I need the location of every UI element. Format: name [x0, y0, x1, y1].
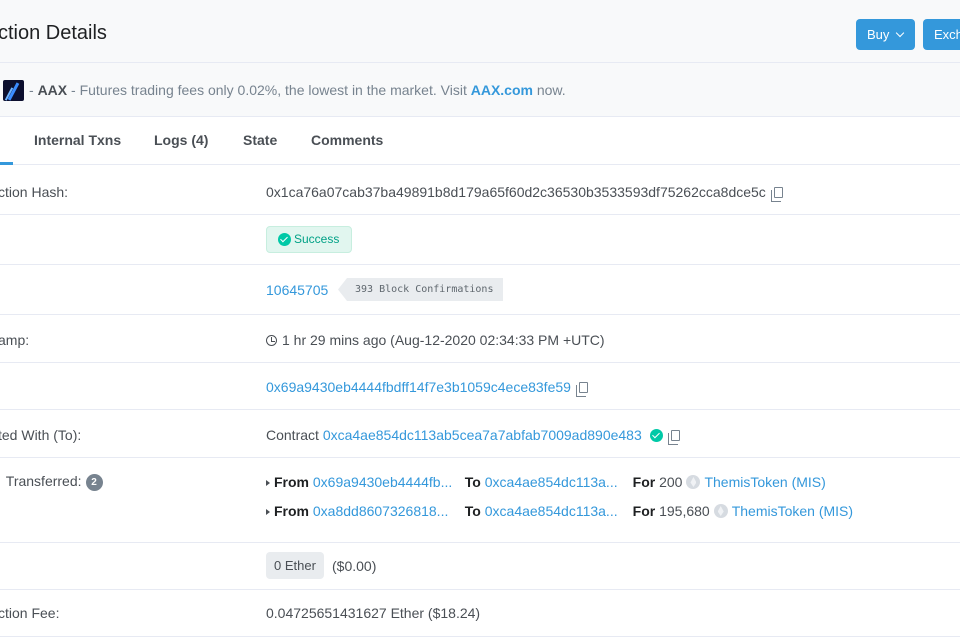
fee-row: ction Fee: 0.04725651431627 Ether ($18.2… — [0, 590, 960, 637]
contract-prefix: Contract — [266, 427, 319, 443]
from-keyword: From — [274, 503, 309, 519]
fee-label: ction Fee: — [0, 605, 60, 621]
contract-address-link[interactable]: 0xca4ae854dc113ab5cea7a7abfab7009ad890e4… — [323, 427, 642, 443]
timestamp-text: 1 hr 29 mins ago (Aug-12-2020 02:34:33 P… — [282, 332, 605, 348]
tx-hash-value: 0x1ca76a07cab37ba49891b8d179a65f60d2c365… — [266, 184, 783, 202]
tab-bar: Internal Txns Logs (4) State Comments — [0, 117, 960, 165]
token-transfer-line: From 0x69a9430eb4444fb... To 0xca4ae854d… — [266, 473, 826, 490]
sponsor-separator: - — [29, 82, 34, 98]
sponsored-text: - AAX - Futures trading fees only 0.02%,… — [29, 82, 566, 98]
tab-logs[interactable]: Logs (4) — [154, 132, 208, 148]
for-keyword: For — [632, 503, 656, 519]
status-row: Success — [0, 215, 960, 265]
check-circle-icon — [278, 233, 291, 246]
block-confirmations-badge: 393 Block Confirmations — [338, 278, 504, 301]
tokens-transferred-row: Transferred: 2 From 0x69a9430eb4444fb... … — [0, 458, 960, 543]
tx-hash-label: ction Hash: — [0, 184, 69, 200]
token-link[interactable]: ThemisToken (MIS) — [704, 474, 825, 490]
fee-value: 0.04725651431627 Ether ($18.24) — [266, 605, 481, 621]
timestamp-value: 1 hr 29 mins ago (Aug-12-2020 02:34:33 P… — [266, 332, 605, 348]
block-number-link[interactable]: 10645705 — [266, 282, 328, 298]
from-value: 0x69a9430eb4444fbdff14f7e3b1059c4ece83fe… — [266, 379, 588, 397]
caret-right-icon — [266, 509, 270, 515]
tab-overview-active-indicator[interactable] — [0, 162, 13, 165]
token-transfer-line: From 0xa8dd8607326818... To 0xca4ae854dc… — [266, 502, 853, 519]
to-label: ted With (To): — [0, 427, 82, 443]
copy-icon[interactable] — [770, 187, 783, 202]
aax-logo-icon[interactable] — [3, 80, 24, 101]
token-logo-icon — [713, 504, 728, 518]
sponsor-message: - Futures trading fees only 0.02%, the l… — [71, 82, 467, 98]
transfer-from-link[interactable]: 0xa8dd8607326818... — [313, 503, 453, 519]
transfer-to-link[interactable]: 0xca4ae854dc113a... — [485, 503, 621, 519]
transfer-count-badge: 2 — [85, 474, 103, 491]
value-row: 0 Ether ($0.00) — [0, 543, 960, 590]
sponsor-link[interactable]: AAX.com — [471, 82, 533, 98]
page-title: ction Details — [0, 22, 107, 44]
status-badge: Success — [266, 226, 352, 253]
block-row: 10645705 393 Block Confirmations — [0, 265, 960, 315]
sponsor-brand: AAX — [37, 82, 68, 98]
transfer-amount: 200 — [659, 474, 683, 490]
verified-check-icon — [649, 429, 663, 442]
clock-icon — [266, 335, 277, 346]
usd-value: ($0.00) — [332, 558, 377, 574]
from-keyword: From — [274, 474, 309, 490]
transaction-card: Internal Txns Logs (4) State Comments ct… — [0, 117, 960, 640]
transfer-amount: 195,680 — [659, 503, 710, 519]
tokens-transferred-label: Transferred: 2 — [0, 473, 103, 492]
page-header: ction Details Buy Exch — [0, 0, 960, 62]
status-text: Success — [294, 232, 340, 246]
copy-icon[interactable] — [667, 430, 680, 445]
token-logo-icon — [686, 475, 701, 489]
ether-value-badge: 0 Ether — [266, 552, 324, 579]
tx-hash-row: ction Hash: 0x1ca76a07cab37ba49891b8d179… — [0, 166, 960, 215]
to-keyword: To — [464, 474, 481, 490]
tx-hash-text: 0x1ca76a07cab37ba49891b8d179a65f60d2c365… — [266, 184, 766, 200]
sponsored-banner: - AAX - Futures trading fees only 0.02%,… — [0, 62, 960, 117]
tokens-transferred-text: Transferred: — [5, 473, 82, 489]
tab-comments[interactable]: Comments — [311, 132, 383, 148]
sponsor-suffix: now. — [536, 82, 566, 98]
to-value: Contract 0xca4ae854dc113ab5cea7a7abfab70… — [266, 427, 680, 445]
tab-internal-txns[interactable]: Internal Txns — [34, 132, 121, 148]
to-keyword: To — [464, 503, 481, 519]
exchange-button[interactable]: Exch — [923, 19, 960, 50]
to-row: ted With (To): Contract 0xca4ae854dc113a… — [0, 410, 960, 458]
transfer-from-link[interactable]: 0x69a9430eb4444fb... — [313, 474, 453, 490]
token-link[interactable]: ThemisToken (MIS) — [732, 503, 853, 519]
timestamp-label: amp: — [0, 332, 30, 348]
buy-button[interactable]: Buy — [856, 19, 915, 50]
tab-state[interactable]: State — [243, 132, 277, 148]
chevron-down-icon — [896, 28, 905, 38]
copy-icon[interactable] — [575, 382, 588, 397]
from-address-link[interactable]: 0x69a9430eb4444fbdff14f7e3b1059c4ece83fe… — [266, 379, 571, 395]
buy-label: Buy — [867, 27, 890, 42]
timestamp-row: amp: 1 hr 29 mins ago (Aug-12-2020 02:34… — [0, 315, 960, 363]
caret-right-icon — [266, 480, 270, 486]
transfer-to-link[interactable]: 0xca4ae854dc113a... — [485, 474, 621, 490]
from-row: 0x69a9430eb4444fbdff14f7e3b1059c4ece83fe… — [0, 363, 960, 410]
for-keyword: For — [632, 474, 656, 490]
